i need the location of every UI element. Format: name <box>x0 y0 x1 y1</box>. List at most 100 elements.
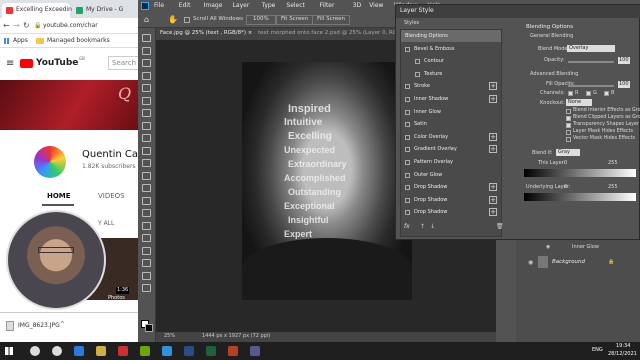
style-item[interactable]: Drop Shadow + <box>401 181 501 193</box>
explorer-icon[interactable] <box>96 346 106 356</box>
word-icon[interactable] <box>184 346 194 356</box>
plus-icon[interactable]: + <box>489 145 497 154</box>
document-image[interactable]: Inspired Intuitive Excelling Unexpected Extr… <box>242 62 412 300</box>
style-checkbox[interactable] <box>415 71 420 77</box>
home-icon[interactable]: ⌂ <box>144 16 149 24</box>
style-checkbox[interactable] <box>405 197 410 203</box>
style-item[interactable]: Gradient Overlay + <box>401 143 501 155</box>
blend-checkbox[interactable] <box>566 130 571 135</box>
menu-icon[interactable]: ≡ <box>6 59 14 69</box>
zoom-tool-icon[interactable] <box>142 284 151 292</box>
arrow-down-icon[interactable]: ↓ <box>430 224 435 230</box>
style-checkbox[interactable] <box>405 46 410 52</box>
pen-tool-icon[interactable] <box>142 221 151 230</box>
style-item[interactable]: Inner Shadow + <box>401 93 501 105</box>
style-checkbox[interactable] <box>405 172 410 178</box>
style-item[interactable]: Blending Options <box>401 30 501 42</box>
managed-bookmarks[interactable]: Managed bookmarks <box>47 38 110 44</box>
gradient-tool-icon[interactable] <box>142 184 151 192</box>
language-indicator[interactable]: ENG <box>592 348 603 353</box>
youtube-logo-icon[interactable] <box>20 59 33 68</box>
task-view-icon[interactable] <box>52 346 62 356</box>
blend-checkbox[interactable] <box>566 116 571 121</box>
style-checkbox[interactable] <box>405 147 410 153</box>
eye-icon[interactable]: ◉ <box>546 245 550 250</box>
tab-videos[interactable]: VIDEOS <box>98 193 125 200</box>
opacity-slider[interactable] <box>568 61 614 63</box>
fx-button[interactable]: fx <box>404 224 410 230</box>
powerpoint-icon[interactable] <box>228 346 238 356</box>
this-layer-gradient[interactable] <box>524 169 636 177</box>
background-color-swatch[interactable] <box>145 324 153 332</box>
menu-file[interactable]: File <box>154 3 164 9</box>
style-checkbox[interactable] <box>415 59 420 65</box>
styles-header[interactable]: Styles <box>404 21 419 26</box>
move-tool-icon[interactable] <box>142 34 151 42</box>
style-item[interactable]: Satin <box>401 118 501 130</box>
apps-icon[interactable] <box>4 38 10 44</box>
youtube-logo-text[interactable]: YouTube <box>36 59 78 68</box>
quick-select-tool-icon[interactable] <box>142 71 151 80</box>
teams-icon[interactable] <box>250 346 260 356</box>
status-zoom[interactable]: 25% <box>164 334 175 339</box>
plus-icon[interactable]: + <box>489 95 497 103</box>
menu-layer[interactable]: Layer <box>233 3 250 9</box>
fill-opacity-value[interactable]: 100 <box>618 81 630 88</box>
search-input[interactable]: Search <box>108 56 138 70</box>
style-checkbox[interactable] <box>405 84 410 90</box>
style-checkbox[interactable] <box>405 122 410 128</box>
menu-select[interactable]: Select <box>286 3 305 9</box>
chrome-tab-1[interactable]: Excelling Exceedin <box>2 3 72 18</box>
menu-image[interactable]: Image <box>204 3 223 9</box>
plus-icon[interactable]: + <box>489 132 497 141</box>
fill-screen-button[interactable]: Fill Screen <box>312 15 351 25</box>
url-text[interactable]: youtube.com/char <box>43 23 98 29</box>
clock-date[interactable]: 28/12/2021 <box>608 352 637 357</box>
rectangle-tool-icon[interactable] <box>142 259 151 267</box>
excel-icon[interactable] <box>206 346 216 356</box>
knockout-select[interactable]: None <box>566 99 592 106</box>
marquee-tool-icon[interactable] <box>142 46 151 55</box>
plus-icon[interactable]: + <box>489 208 497 217</box>
style-item[interactable]: Contour <box>401 55 501 67</box>
layer-style-titlebar[interactable]: Layer Style <box>396 5 640 18</box>
photoshop-icon[interactable] <box>162 346 172 356</box>
menu-view[interactable]: View <box>369 3 383 9</box>
chevron-up-icon[interactable]: ^ <box>60 322 65 328</box>
hand-tool-icon[interactable]: ✋ <box>168 16 178 24</box>
apps-bookmark[interactable]: Apps <box>13 38 28 44</box>
channel-checkbox[interactable] <box>604 91 609 96</box>
blur-tool-icon[interactable] <box>142 196 151 205</box>
channel-name[interactable]: Quentin Ca <box>82 150 138 160</box>
fit-screen-button[interactable]: Fit Screen <box>276 15 314 25</box>
windows-start-icon[interactable] <box>5 347 13 355</box>
frame-tool-icon[interactable] <box>142 96 151 105</box>
opacity-value[interactable]: 100 <box>618 57 630 64</box>
channel-checkbox[interactable] <box>568 91 573 96</box>
style-item[interactable]: Drop Shadow + <box>401 194 501 206</box>
blend-checkbox[interactable] <box>566 109 571 114</box>
crop-tool-icon[interactable] <box>142 84 151 92</box>
trash-icon[interactable]: 🗑 <box>496 224 504 230</box>
fill-opacity-slider[interactable] <box>568 85 614 87</box>
store-icon[interactable] <box>140 346 150 356</box>
type-tool-icon[interactable] <box>142 234 151 242</box>
edge-icon[interactable] <box>74 346 84 356</box>
arrow-up-icon[interactable]: ↑ <box>420 224 425 230</box>
menu-edit[interactable]: Edit <box>179 3 191 9</box>
style-item[interactable]: Texture <box>401 68 501 80</box>
blend-checkbox[interactable] <box>566 123 571 128</box>
channel-checkbox[interactable] <box>586 91 591 96</box>
style-checkbox[interactable] <box>405 210 410 216</box>
style-item[interactable]: Stroke + <box>401 80 501 92</box>
reload-icon[interactable]: ↻ <box>23 22 30 30</box>
style-item[interactable]: Color Overlay + <box>401 131 501 143</box>
search-icon[interactable] <box>30 346 40 356</box>
background-layer-label[interactable]: Background <box>552 259 585 266</box>
clock-time[interactable]: 19:34 <box>616 344 630 349</box>
path-select-tool-icon[interactable] <box>142 246 151 255</box>
doc-tab-morphed[interactable]: text morphed onto face 2.psd @ 25% (Laye… <box>258 30 418 37</box>
eye-icon[interactable]: ◉ <box>528 260 533 266</box>
play-all-button[interactable]: Y ALL <box>98 221 114 227</box>
hand-tool-icon[interactable] <box>142 271 151 280</box>
